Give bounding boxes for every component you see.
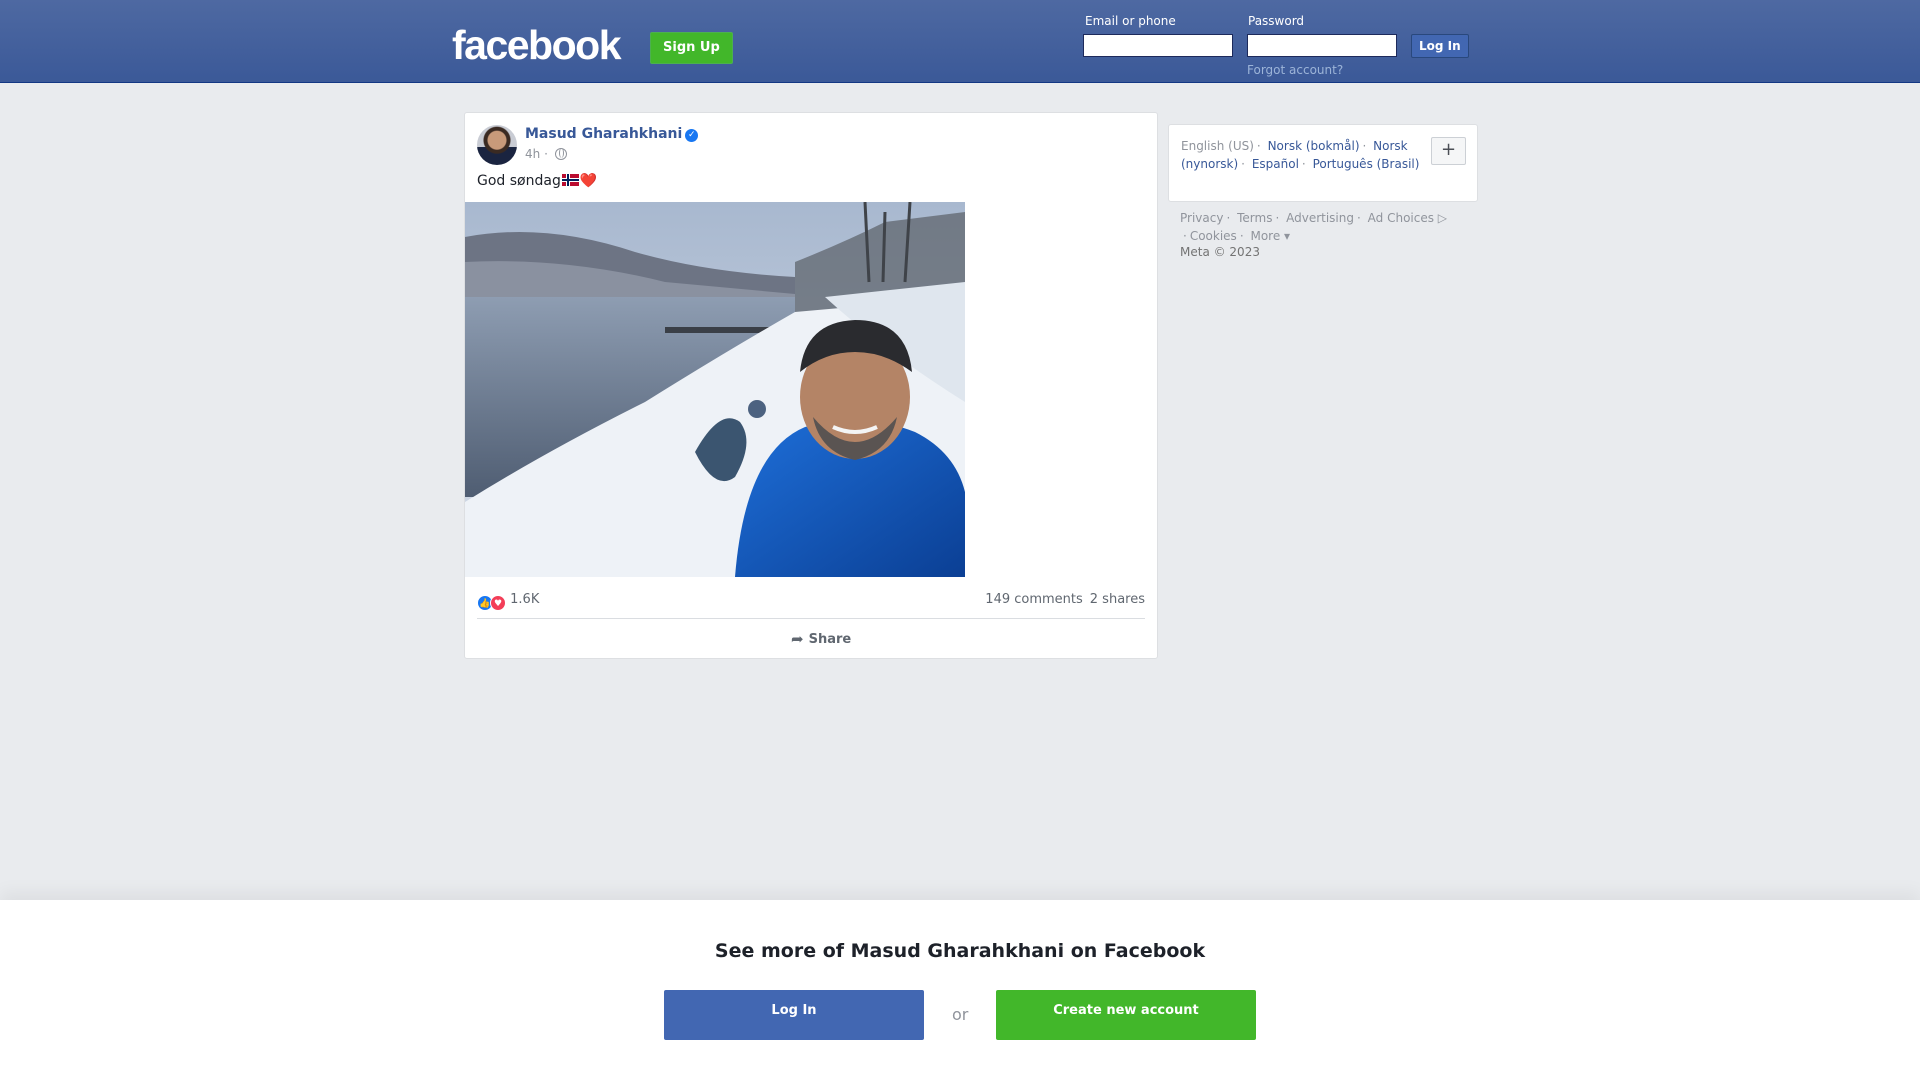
ad-choices-icon: ▷ (1433, 211, 1448, 225)
language-current: English (US) (1181, 139, 1254, 153)
comments-count[interactable]: 149 comments (985, 592, 1082, 607)
forgot-account-link[interactable]: Forgot account? (1247, 63, 1343, 77)
reactions-count: 1.6K (510, 592, 540, 607)
language-link[interactable]: Norsk (bokmål) (1268, 139, 1360, 153)
footer-link-more[interactable]: More (1250, 229, 1280, 243)
password-field[interactable] (1247, 34, 1397, 57)
shares-count[interactable]: 2 shares (1090, 592, 1145, 607)
copyright: Meta © 2023 (1180, 245, 1260, 259)
meta-separator: · (544, 147, 548, 161)
globe-icon (554, 148, 567, 160)
post-author[interactable]: Masud Gharahkhani ✓ (525, 126, 699, 142)
post-text-content: God søndag (477, 173, 561, 189)
sign-up-button[interactable]: Sign Up (650, 32, 733, 64)
footer-link-terms[interactable]: Terms (1237, 211, 1272, 225)
action-divider (477, 618, 1145, 619)
log-in-button[interactable]: Log In (1411, 34, 1469, 58)
post-time[interactable]: 4h (525, 147, 540, 161)
password-label: Password (1248, 14, 1305, 28)
norway-flag-icon (561, 174, 579, 186)
post-photo[interactable] (465, 202, 965, 577)
love-icon: ♥ (490, 595, 506, 611)
share-arrow-icon: ➦ (791, 630, 804, 648)
create-account-button[interactable]: Create new account (996, 990, 1256, 1040)
post-card: Masud Gharahkhani ✓ 4h · God søndag ❤️ 👍… (464, 112, 1158, 659)
facebook-logo[interactable]: facebook (452, 22, 622, 69)
footer-links: Privacy · Terms · Advertising · Ad Choices … (1180, 211, 1448, 243)
language-link[interactable]: Español (1252, 157, 1299, 171)
heart-emoji-icon: ❤️ (579, 173, 598, 189)
verified-badge-icon: ✓ (685, 129, 699, 142)
selfie-photo-image (465, 202, 965, 577)
language-selector-box: English (US) · Norsk (bokmål) · Norsk (nyn… (1168, 124, 1478, 202)
language-link[interactable]: Português (Brasil) (1313, 157, 1420, 171)
post-meta: 4h · (525, 147, 567, 161)
share-button[interactable]: ➦ Share (791, 630, 851, 648)
author-avatar[interactable] (477, 125, 517, 165)
dropdown-caret-icon: ▾ (1280, 229, 1291, 243)
footer-link-ad-choices[interactable]: Ad Choices (1368, 211, 1434, 225)
post-stats: 149 comments 2 shares (985, 592, 1145, 607)
bottom-log-in-button[interactable]: Log In (664, 990, 924, 1040)
footer-link-privacy[interactable]: Privacy (1180, 211, 1223, 225)
language-list: English (US) · Norsk (bokmål) · Norsk (nyn… (1181, 139, 1420, 171)
author-name[interactable]: Masud Gharahkhani (525, 126, 682, 142)
more-languages-button[interactable]: + (1431, 137, 1466, 165)
or-label: or (952, 1005, 969, 1024)
login-prompt-panel: See more of Masud Gharahkhani on Faceboo… (0, 900, 1920, 1080)
top-navigation-bar: facebook Sign Up Email or phone Password… (0, 0, 1920, 83)
reactions-summary[interactable]: 👍 ♥ 1.6K (477, 592, 539, 611)
login-prompt-title: See more of Masud Gharahkhani on Faceboo… (714, 940, 1206, 962)
email-field[interactable] (1083, 34, 1233, 57)
footer-link-cookies[interactable]: Cookies (1190, 229, 1237, 243)
email-label: Email or phone (1085, 14, 1176, 28)
share-label: Share (808, 632, 852, 647)
post-text: God søndag ❤️ (477, 173, 597, 189)
footer-link-advertising[interactable]: Advertising (1286, 211, 1354, 225)
